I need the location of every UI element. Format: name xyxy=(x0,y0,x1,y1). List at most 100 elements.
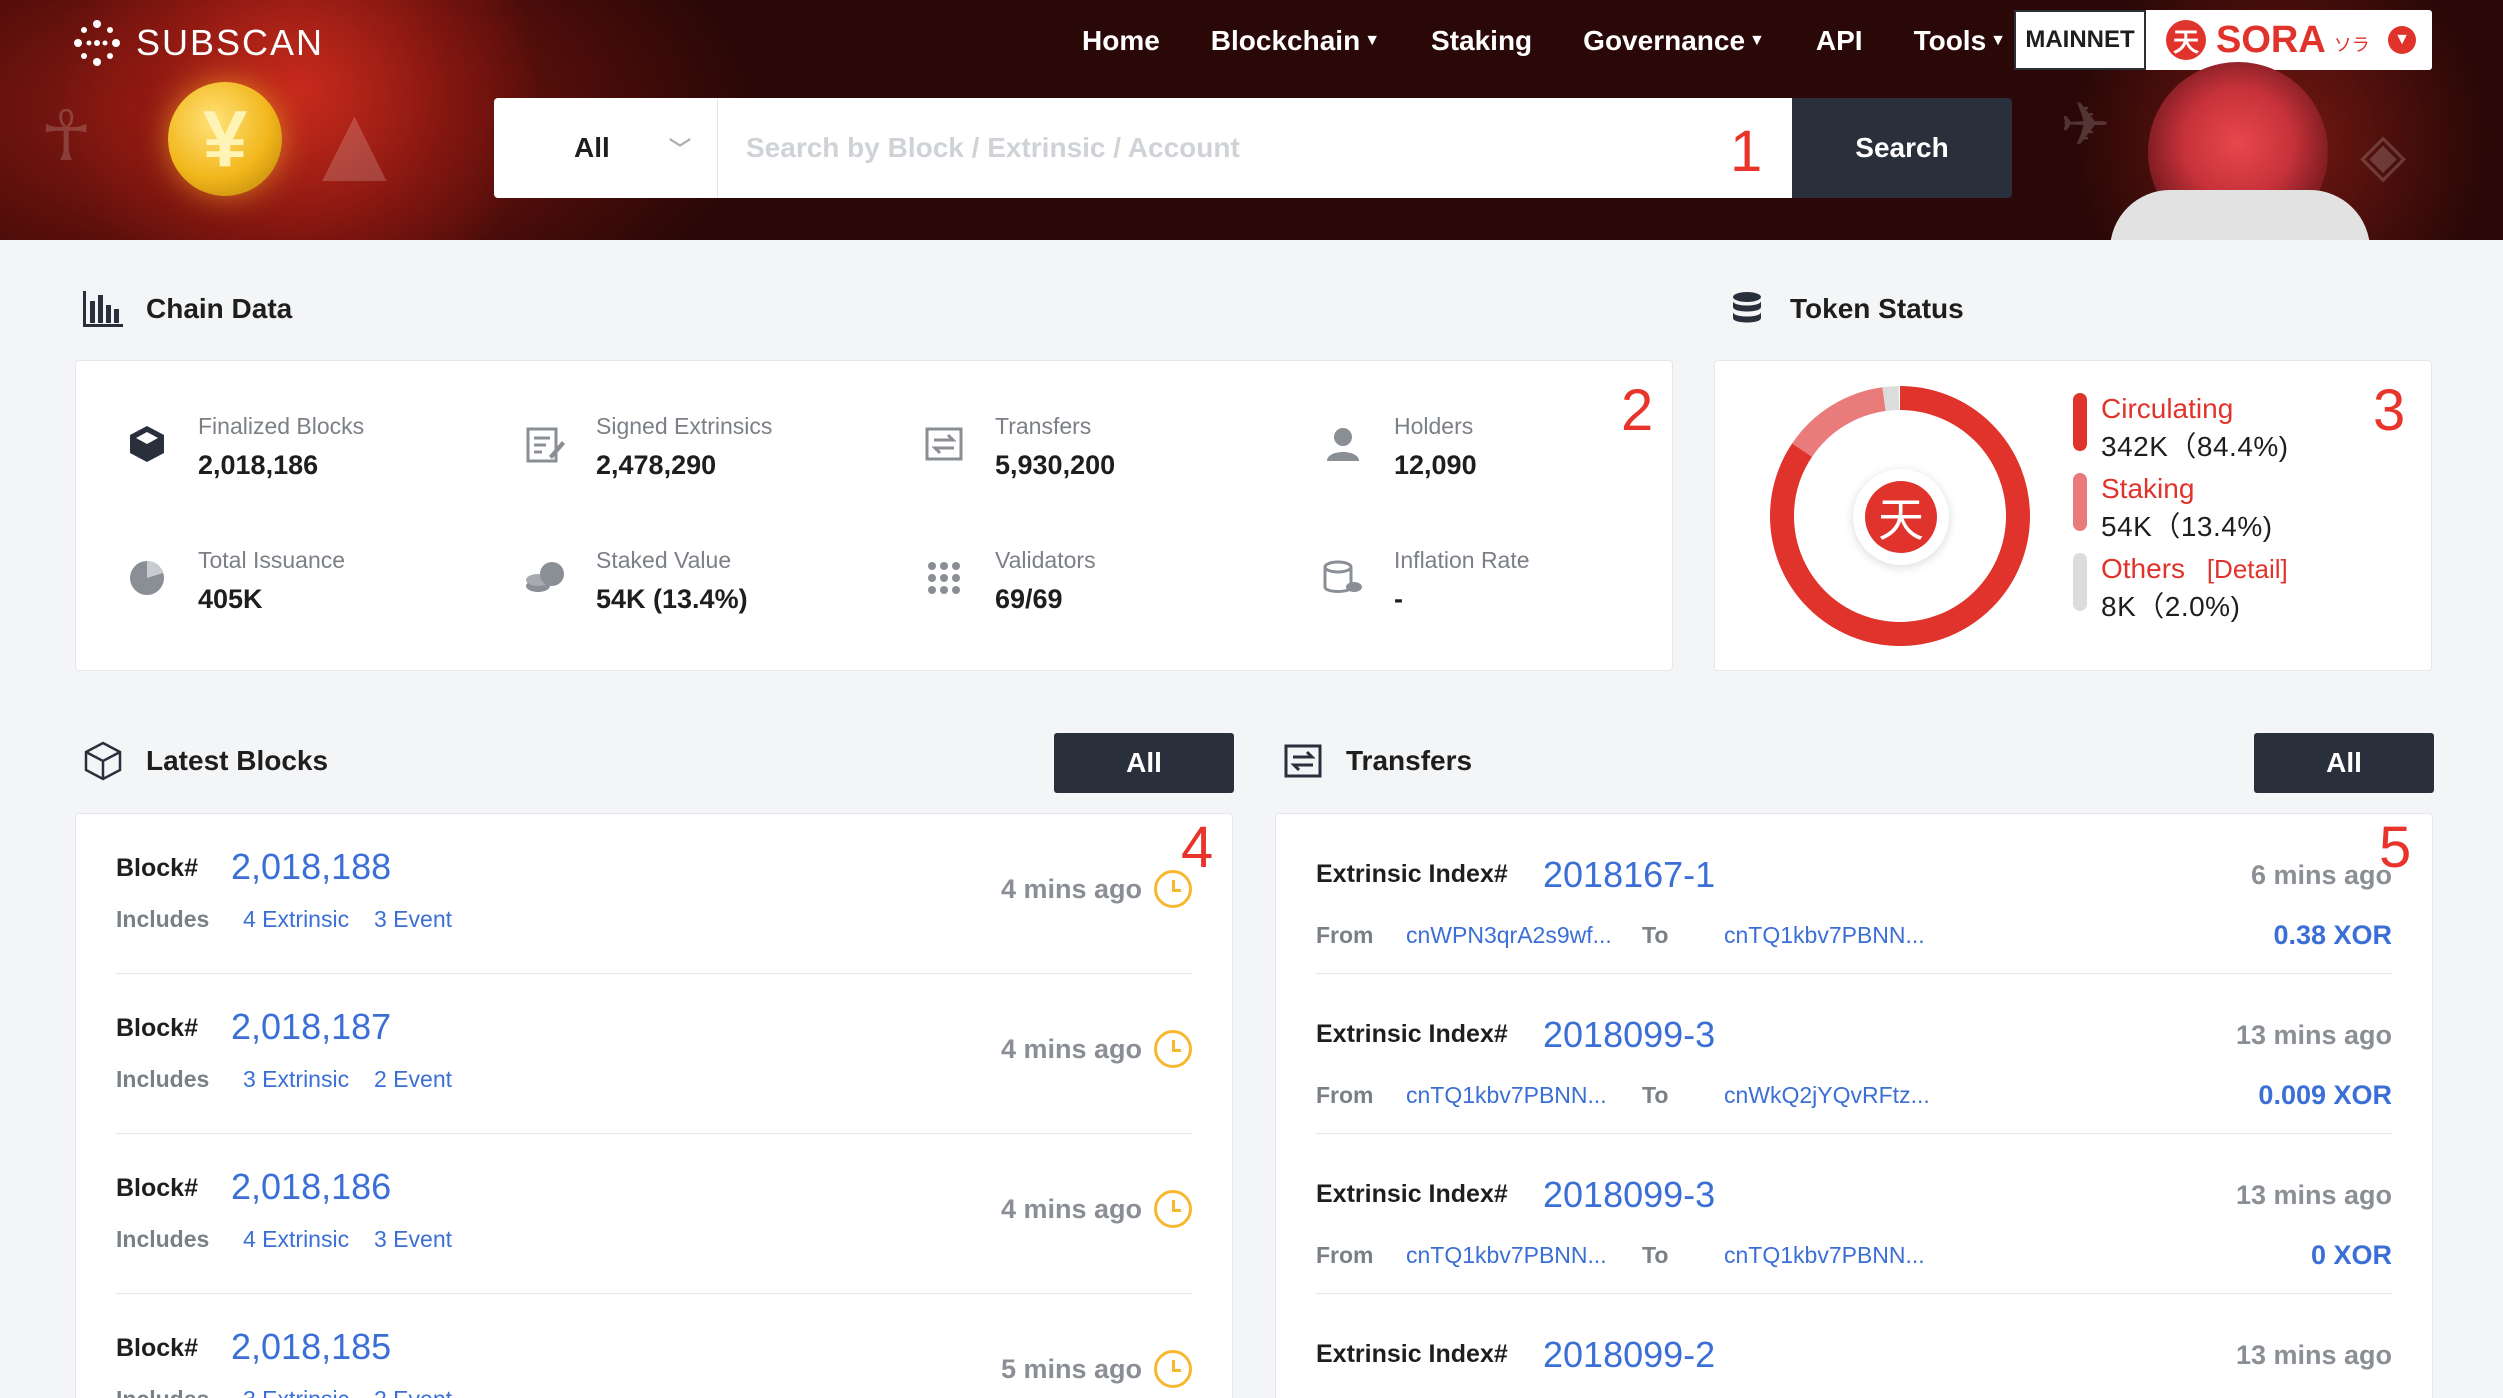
nav-tools[interactable]: Tools ▼ xyxy=(1914,25,2006,57)
nav-governance[interactable]: Governance ▼ xyxy=(1583,25,1765,57)
nav-home-label: Home xyxy=(1082,25,1160,56)
block-key: Block# xyxy=(116,854,198,882)
to-address-link[interactable]: cnWkQ2jYQvRFtz... xyxy=(1724,1082,1930,1109)
search-button[interactable]: Search xyxy=(1792,98,2012,198)
network-label: MAINNET xyxy=(2014,10,2146,70)
nav-blockchain[interactable]: Blockchain ▼ xyxy=(1211,25,1380,57)
extrinsic-index-link[interactable]: 2018099-3 xyxy=(1543,1014,1715,1056)
transfer-row[interactable]: Extrinsic Index# 2018167-1 6 mins ago Fr… xyxy=(1276,814,2432,974)
stat-holders: Holders 12,090 xyxy=(1322,413,1477,481)
extrinsic-index-key: Extrinsic Index# xyxy=(1316,1180,1508,1208)
block-key: Block# xyxy=(116,1174,198,1202)
block-row[interactable]: Block# 2,018,186 Includes 4 Extrinsic 3 … xyxy=(76,1134,1232,1294)
extrinsic-link[interactable]: 4 Extrinsic xyxy=(243,906,349,933)
from-label: From xyxy=(1316,1242,1374,1268)
from-label: From xyxy=(1316,922,1374,948)
event-link[interactable]: 2 Event xyxy=(374,1066,452,1093)
transfers-all-button[interactable]: All xyxy=(2254,733,2434,793)
event-link[interactable]: 2 Event xyxy=(374,1386,452,1398)
detail-link[interactable]: [Detail] xyxy=(2207,554,2288,584)
extrinsic-link[interactable]: 3 Extrinsic xyxy=(243,1386,349,1398)
block-number-link[interactable]: 2,018,186 xyxy=(231,1166,391,1208)
block-number-link[interactable]: 2,018,187 xyxy=(231,1006,391,1048)
marker-1: 1 xyxy=(1730,119,1763,184)
from-address-link[interactable]: cnTQ1kbv7PBNN... xyxy=(1406,1082,1607,1109)
bar-chart-icon xyxy=(82,290,124,328)
block-number-link[interactable]: 2,018,188 xyxy=(231,846,391,888)
chain-selector[interactable]: 天 SORA ソラ ▼ xyxy=(2146,10,2432,70)
pyramid-decoration: ▲ xyxy=(300,82,409,205)
transfer-row[interactable]: Extrinsic Index# 2018099-3 13 mins ago F… xyxy=(1276,974,2432,1134)
legend-swatch xyxy=(2073,553,2087,611)
stat-value: 54K (13.4%) xyxy=(596,584,748,614)
stat-transfers: Transfers 5,930,200 xyxy=(923,413,1115,481)
transfers-card: 5 Extrinsic Index# 2018167-1 6 mins ago … xyxy=(1275,813,2433,1398)
to-label: To xyxy=(1642,1082,1669,1108)
nav-governance-label: Governance xyxy=(1583,25,1746,56)
chevron-down-icon[interactable]: ▼ xyxy=(2388,26,2416,54)
transfers-title: Transfers xyxy=(1346,745,1473,776)
transfer-row[interactable]: Extrinsic Index# 2018099-2 13 mins ago xyxy=(1276,1294,2432,1398)
subscan-logo[interactable]: SUBSCAN xyxy=(72,18,324,68)
stat-value: 12,090 xyxy=(1394,450,1477,480)
nav-api[interactable]: API xyxy=(1816,25,1863,57)
stat-label: Signed Extrinsics xyxy=(596,413,773,439)
chain-data-title: Chain Data xyxy=(146,293,293,324)
extrinsic-link[interactable]: 3 Extrinsic xyxy=(243,1066,349,1093)
extrinsic-index-key: Extrinsic Index# xyxy=(1316,1020,1508,1048)
document-edit-icon xyxy=(524,423,566,465)
stat-value: 5,930,200 xyxy=(995,450,1116,480)
extrinsic-link[interactable]: 4 Extrinsic xyxy=(243,1226,349,1253)
chain-data-card: 2 Finalized Blocks 2,018,186 Signed Extri… xyxy=(75,360,1673,671)
from-address-link[interactable]: cnWPN3qrA2s9wf... xyxy=(1406,922,1612,949)
network-switcher[interactable]: MAINNET 天 SORA ソラ ▼ xyxy=(2014,10,2432,70)
event-link[interactable]: 3 Event xyxy=(374,1226,452,1253)
cube-outline-icon xyxy=(82,741,124,781)
block-row[interactable]: Block# 2,018,188 Includes 4 Extrinsic 3 … xyxy=(76,814,1232,974)
transfer-time: 6 mins ago xyxy=(2250,860,2392,890)
search-type-select[interactable]: All ﹀ xyxy=(494,98,718,198)
nav-home[interactable]: Home xyxy=(1082,25,1160,57)
from-label: From xyxy=(1316,1082,1374,1108)
pie-chart-icon xyxy=(126,557,168,599)
coins-icon xyxy=(524,557,566,599)
chevron-down-icon: ﹀ xyxy=(668,137,691,162)
nav-tools-label: Tools xyxy=(1913,25,1987,56)
block-row[interactable]: Block# 2,018,187 Includes 3 Extrinsic 2 … xyxy=(76,974,1232,1134)
to-address-link[interactable]: cnTQ1kbv7PBNN... xyxy=(1724,1242,1925,1269)
grid-dots-icon xyxy=(923,557,965,599)
header-banner: ☥ ▲ ✈ ◈ SUBSCAN ¥ Home Blockchain ▼ Staki… xyxy=(0,0,2503,240)
to-address-link[interactable]: cnTQ1kbv7PBNN... xyxy=(1724,922,1925,949)
stat-inflation-rate: Inflation Rate - xyxy=(1322,547,1530,615)
extrinsic-index-link[interactable]: 2018099-3 xyxy=(1543,1174,1715,1216)
block-number-link[interactable]: 2,018,185 xyxy=(231,1326,391,1368)
block-key: Block# xyxy=(116,1014,198,1042)
sora-logo-center: 天 xyxy=(1853,469,1949,565)
event-link[interactable]: 3 Event xyxy=(374,906,452,933)
extrinsic-index-key: Extrinsic Index# xyxy=(1316,1340,1508,1368)
block-row[interactable]: Block# 2,018,185 Includes 3 Extrinsic 2 … xyxy=(76,1294,1232,1398)
stat-value: 2,478,290 xyxy=(596,450,717,480)
chain-data-heading: Chain Data xyxy=(82,290,292,328)
search-input[interactable] xyxy=(718,98,1792,198)
extrinsic-index-link[interactable]: 2018167-1 xyxy=(1543,854,1715,896)
transfer-time: 13 mins ago xyxy=(2235,1180,2392,1210)
nav-api-label: API xyxy=(1815,25,1863,56)
block-time: 4 mins ago xyxy=(1000,1194,1142,1224)
stat-label: Total Issuance xyxy=(198,547,346,573)
nav-staking-label: Staking xyxy=(1431,25,1533,56)
stat-staked-value: Staked Value 54K (13.4%) xyxy=(524,547,748,615)
nav-staking[interactable]: Staking xyxy=(1431,25,1532,57)
legend-swatch xyxy=(2073,473,2087,531)
stat-signed-extrinsics: Signed Extrinsics 2,478,290 xyxy=(524,413,772,481)
stat-value: 405K xyxy=(198,584,263,614)
search-type-value: All xyxy=(574,132,610,163)
extrinsic-index-key: Extrinsic Index# xyxy=(1316,860,1508,888)
blocks-all-button[interactable]: All xyxy=(1054,733,1234,793)
rocket-decoration: ✈ xyxy=(2060,91,2111,158)
from-address-link[interactable]: cnTQ1kbv7PBNN... xyxy=(1406,1242,1607,1269)
transfer-row[interactable]: Extrinsic Index# 2018099-3 13 mins ago F… xyxy=(1276,1134,2432,1294)
extrinsic-index-link[interactable]: 2018099-2 xyxy=(1543,1334,1715,1376)
block-time: 5 mins ago xyxy=(1000,1354,1142,1384)
stat-value: 2,018,186 xyxy=(198,450,319,480)
